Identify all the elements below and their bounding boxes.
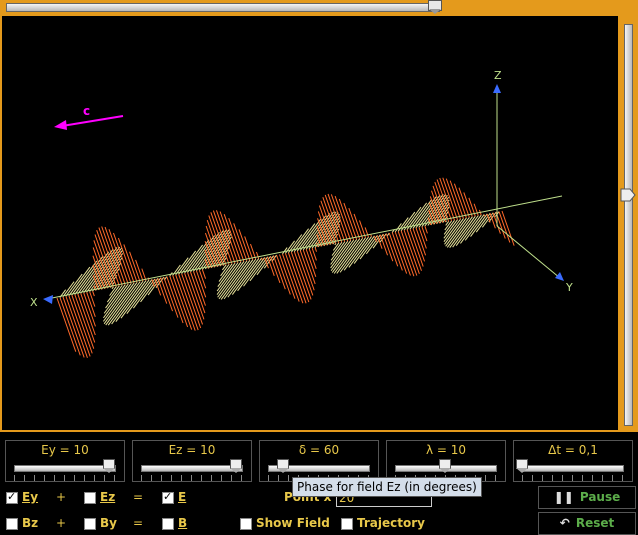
timestep-ticks — [522, 475, 624, 481]
ey-field-vectors — [59, 193, 500, 326]
ez-checkbox[interactable] — [84, 492, 96, 504]
wavelength-label: λ = 10 — [425, 443, 467, 457]
ez-amplitude-ticks — [141, 475, 243, 481]
wavelength-slider[interactable] — [439, 459, 451, 473]
trajectory-label: Trajectory — [357, 516, 425, 530]
velocity-arrow-icon — [54, 120, 67, 130]
b-checkbox[interactable] — [162, 518, 174, 530]
wavelength-control: λ = 10 — [386, 440, 506, 482]
timestep-control: Δt = 0,1 — [513, 440, 633, 482]
ez-label: Ez — [100, 490, 116, 504]
plus-sign: + — [56, 490, 67, 504]
right-slider-bar — [618, 16, 638, 430]
velocity-label: c — [83, 104, 90, 118]
right-slider-thumb[interactable] — [620, 188, 636, 202]
x-axis-label: X — [30, 296, 38, 309]
timestep-slider[interactable] — [516, 459, 528, 473]
x-axis-arrow-icon — [43, 295, 53, 304]
wave-viewport[interactable]: X Z Y c — [2, 16, 618, 430]
reset-icon: ↶ — [559, 516, 570, 530]
ez-field-vectors — [56, 177, 515, 358]
phase-slider[interactable] — [277, 459, 289, 473]
ey-amplitude-label: Ey = 10 — [41, 443, 89, 457]
e-label: E — [178, 490, 187, 504]
velocity-vector — [61, 115, 124, 127]
timestep-track[interactable] — [522, 465, 624, 472]
y-axis-label: Y — [565, 281, 573, 294]
phase-label: δ = 60 — [298, 443, 340, 457]
ez-amplitude-label: Ez = 10 — [168, 443, 216, 457]
ez-amplitude-control: Ez = 10 — [132, 440, 252, 482]
wave-scene: X Z Y c — [30, 69, 573, 358]
trajectory-checkbox[interactable] — [341, 518, 353, 530]
plus-sign: + — [56, 516, 67, 530]
right-slider-track[interactable] — [624, 24, 633, 426]
show-field-label: Show Field — [256, 516, 330, 530]
b-label: B — [178, 516, 188, 530]
by-checkbox[interactable] — [84, 518, 96, 530]
timestep-label: Δt = 0,1 — [548, 443, 598, 457]
phase-tooltip: Phase for field Ez (in degrees) — [292, 477, 482, 497]
x-axis-line — [46, 195, 563, 300]
ey-amplitude-track[interactable] — [14, 465, 116, 472]
show-field-checkbox[interactable] — [240, 518, 252, 530]
z-axis-arrow-icon — [493, 84, 501, 93]
ey-amplitude-slider[interactable] — [103, 459, 115, 473]
equals-sign: = — [133, 490, 144, 504]
y-axis-line — [496, 225, 561, 279]
reset-button[interactable]: ↶ Reset — [538, 512, 636, 535]
top-slider-track[interactable] — [6, 3, 440, 12]
pause-icon: ❚❚ — [553, 490, 574, 504]
equals-sign: = — [133, 516, 144, 530]
ey-amplitude-ticks — [14, 475, 116, 481]
pause-label: Pause — [579, 490, 621, 504]
z-axis-label: Z — [494, 69, 502, 82]
top-slider-thumb[interactable] — [427, 0, 442, 14]
bz-checkbox[interactable] — [6, 518, 18, 530]
top-slider-bar — [0, 0, 638, 16]
ey-label: Ey — [22, 490, 39, 504]
e-checkbox[interactable] — [162, 490, 174, 504]
y-axis-arrow-icon — [555, 272, 564, 281]
by-label: By — [100, 516, 117, 530]
reset-label: Reset — [575, 516, 615, 530]
phase-control: δ = 60 — [259, 440, 379, 482]
ez-amplitude-track[interactable] — [141, 465, 243, 472]
ey-amplitude-control: Ey = 10 — [5, 440, 125, 482]
control-panel: Ey = 10 Ez = 10 δ = 60 λ = 10 Δt = 0,1 E… — [0, 430, 638, 535]
pause-button[interactable]: ❚❚ Pause — [538, 486, 636, 509]
ey-checkbox[interactable] — [6, 490, 18, 504]
bz-label: Bz — [22, 516, 39, 530]
ez-amplitude-slider[interactable] — [230, 459, 242, 473]
